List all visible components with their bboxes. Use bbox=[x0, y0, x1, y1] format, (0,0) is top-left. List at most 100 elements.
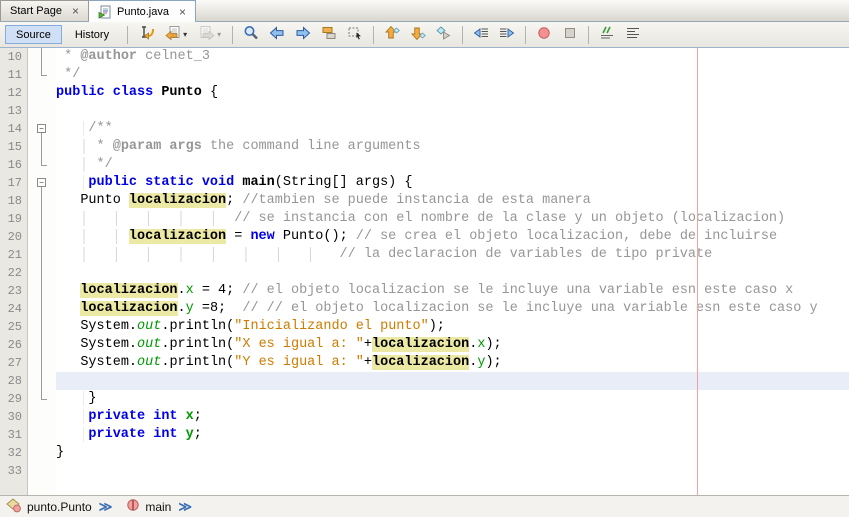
breadcrumb-item-method[interactable]: main ≫ bbox=[126, 498, 192, 515]
code-line[interactable]: Punto localizacion; //tambien se puede i… bbox=[56, 192, 849, 210]
back-button[interactable]: ▾ bbox=[160, 24, 192, 45]
toggle-highlight-search-button[interactable] bbox=[317, 24, 341, 45]
code-token bbox=[56, 409, 88, 424]
back-icon bbox=[165, 25, 181, 44]
code-line[interactable]: // la declaracion de variables de tipo p… bbox=[56, 246, 849, 264]
line-number: 22 bbox=[0, 264, 27, 282]
uncomment-button[interactable] bbox=[621, 24, 645, 45]
code-token: public class bbox=[56, 85, 161, 100]
close-icon[interactable]: × bbox=[178, 7, 187, 17]
code-token: { bbox=[202, 85, 218, 100]
shift-line-right-button[interactable] bbox=[495, 24, 519, 45]
fold-margin: −− bbox=[28, 48, 56, 495]
fold-guide bbox=[28, 228, 56, 246]
shift-line-left-button[interactable] bbox=[469, 24, 493, 45]
close-icon[interactable]: × bbox=[71, 6, 80, 16]
code-line[interactable]: System.out.println("X es igual a: "+loca… bbox=[56, 336, 849, 354]
previous-bookmark-button[interactable] bbox=[380, 24, 404, 45]
code-token: // el objeto localizacion se le incluye … bbox=[242, 283, 793, 298]
code-token: } bbox=[88, 391, 96, 406]
code-token: . bbox=[178, 283, 186, 298]
code-line[interactable]: public static void main(String[] args) { bbox=[56, 174, 849, 192]
code-line[interactable]: */ bbox=[56, 156, 849, 174]
code-line[interactable]: } bbox=[56, 444, 849, 462]
fold-guide bbox=[28, 264, 56, 282]
code-token: // // el objeto localizacion se le inclu… bbox=[242, 301, 817, 316]
line-number: 28 bbox=[0, 372, 27, 390]
line-number: 32 bbox=[0, 444, 27, 462]
tab-punto-java[interactable]: Punto.java × bbox=[89, 0, 196, 22]
fold-guide bbox=[28, 138, 56, 156]
code-token: ); bbox=[485, 355, 501, 370]
collapse-minus-icon[interactable]: − bbox=[37, 124, 46, 133]
line-number: 10 bbox=[0, 48, 27, 66]
code-token: x bbox=[186, 283, 194, 298]
next-bookmark-button[interactable] bbox=[406, 24, 430, 45]
code-area[interactable]: * @author celnet_3 */public class Punto … bbox=[56, 48, 849, 495]
comment-button[interactable] bbox=[595, 24, 619, 45]
back-dropdown-icon[interactable]: ▾ bbox=[183, 30, 187, 39]
breadcrumb-item-class[interactable]: punto.Punto ≫ bbox=[6, 498, 112, 516]
code-line[interactable]: // se instancia con el nombre de la clas… bbox=[56, 210, 849, 228]
fold-marker[interactable]: − bbox=[28, 174, 56, 192]
code-line[interactable]: private int y; bbox=[56, 426, 849, 444]
code-line[interactable]: */ bbox=[56, 66, 849, 84]
code-token: main bbox=[242, 175, 274, 190]
code-token: "X es igual a: " bbox=[234, 337, 364, 352]
shift-line-left-icon bbox=[473, 25, 489, 44]
code-line[interactable]: localizacion = new Punto(); // se crea e… bbox=[56, 228, 849, 246]
line-number: 31 bbox=[0, 426, 27, 444]
history-toggle-button[interactable]: History bbox=[64, 25, 120, 44]
code-line[interactable]: /** bbox=[56, 120, 849, 138]
code-line[interactable]: } bbox=[56, 390, 849, 408]
toggle-bookmark-button[interactable] bbox=[432, 24, 456, 45]
code-line[interactable]: * @author celnet_3 bbox=[56, 48, 849, 66]
find-selection-button[interactable] bbox=[239, 24, 263, 45]
line-number: 29 bbox=[0, 390, 27, 408]
last-edit-location-button[interactable] bbox=[134, 24, 158, 45]
chevron-right-icon[interactable]: ≫ bbox=[99, 499, 113, 515]
code-token bbox=[56, 211, 234, 226]
code-line[interactable]: public class Punto { bbox=[56, 84, 849, 102]
code-line[interactable] bbox=[56, 102, 849, 120]
editor[interactable]: 1011121314151617181920212223242526272829… bbox=[0, 48, 849, 495]
code-line[interactable] bbox=[56, 462, 849, 480]
line-number: 21 bbox=[0, 246, 27, 264]
code-line[interactable]: localizacion.y =8; // // el objeto local… bbox=[56, 300, 849, 318]
occurrence-highlight: localizacion bbox=[129, 193, 226, 208]
class-icon bbox=[6, 498, 22, 516]
start-macro-recording-button[interactable] bbox=[532, 24, 556, 45]
code-line[interactable]: System.out.println("Y es igual a: "+loca… bbox=[56, 354, 849, 372]
rectangular-selection-button[interactable] bbox=[343, 24, 367, 45]
line-number: 16 bbox=[0, 156, 27, 174]
fold-guide bbox=[28, 408, 56, 426]
tab-label: Punto.java bbox=[117, 6, 169, 18]
code-line[interactable]: private int x; bbox=[56, 408, 849, 426]
code-line[interactable]: * @param args the command line arguments bbox=[56, 138, 849, 156]
find-previous-button[interactable] bbox=[265, 24, 289, 45]
code-line[interactable]: localizacion.x = 4; // el objeto localiz… bbox=[56, 282, 849, 300]
code-token bbox=[56, 157, 97, 172]
forward-dropdown-icon[interactable]: ▾ bbox=[217, 30, 221, 39]
fold-guide bbox=[28, 444, 56, 462]
code-token: ); bbox=[429, 319, 445, 334]
code-line[interactable] bbox=[56, 372, 849, 390]
find-next-button[interactable] bbox=[291, 24, 315, 45]
previous-bookmark-icon bbox=[384, 25, 400, 44]
code-token: /** bbox=[88, 121, 112, 136]
code-line[interactable]: System.out.println("Inicializando el pun… bbox=[56, 318, 849, 336]
source-toggle-button[interactable]: Source bbox=[5, 25, 62, 44]
tab-start-page[interactable]: Start Page × bbox=[0, 0, 89, 21]
code-token: // se instancia con el nombre de la clas… bbox=[234, 211, 785, 226]
code-token bbox=[56, 247, 340, 262]
code-token bbox=[56, 229, 129, 244]
chevron-right-icon[interactable]: ≫ bbox=[178, 499, 192, 515]
stop-macro-recording-button[interactable] bbox=[558, 24, 582, 45]
code-line[interactable] bbox=[56, 264, 849, 282]
fold-marker[interactable]: − bbox=[28, 120, 56, 138]
code-token: * bbox=[97, 139, 113, 154]
code-token: "Y es igual a: " bbox=[234, 355, 364, 370]
collapse-minus-icon[interactable]: − bbox=[37, 178, 46, 187]
line-number: 30 bbox=[0, 408, 27, 426]
forward-button[interactable]: ▾ bbox=[194, 24, 226, 45]
